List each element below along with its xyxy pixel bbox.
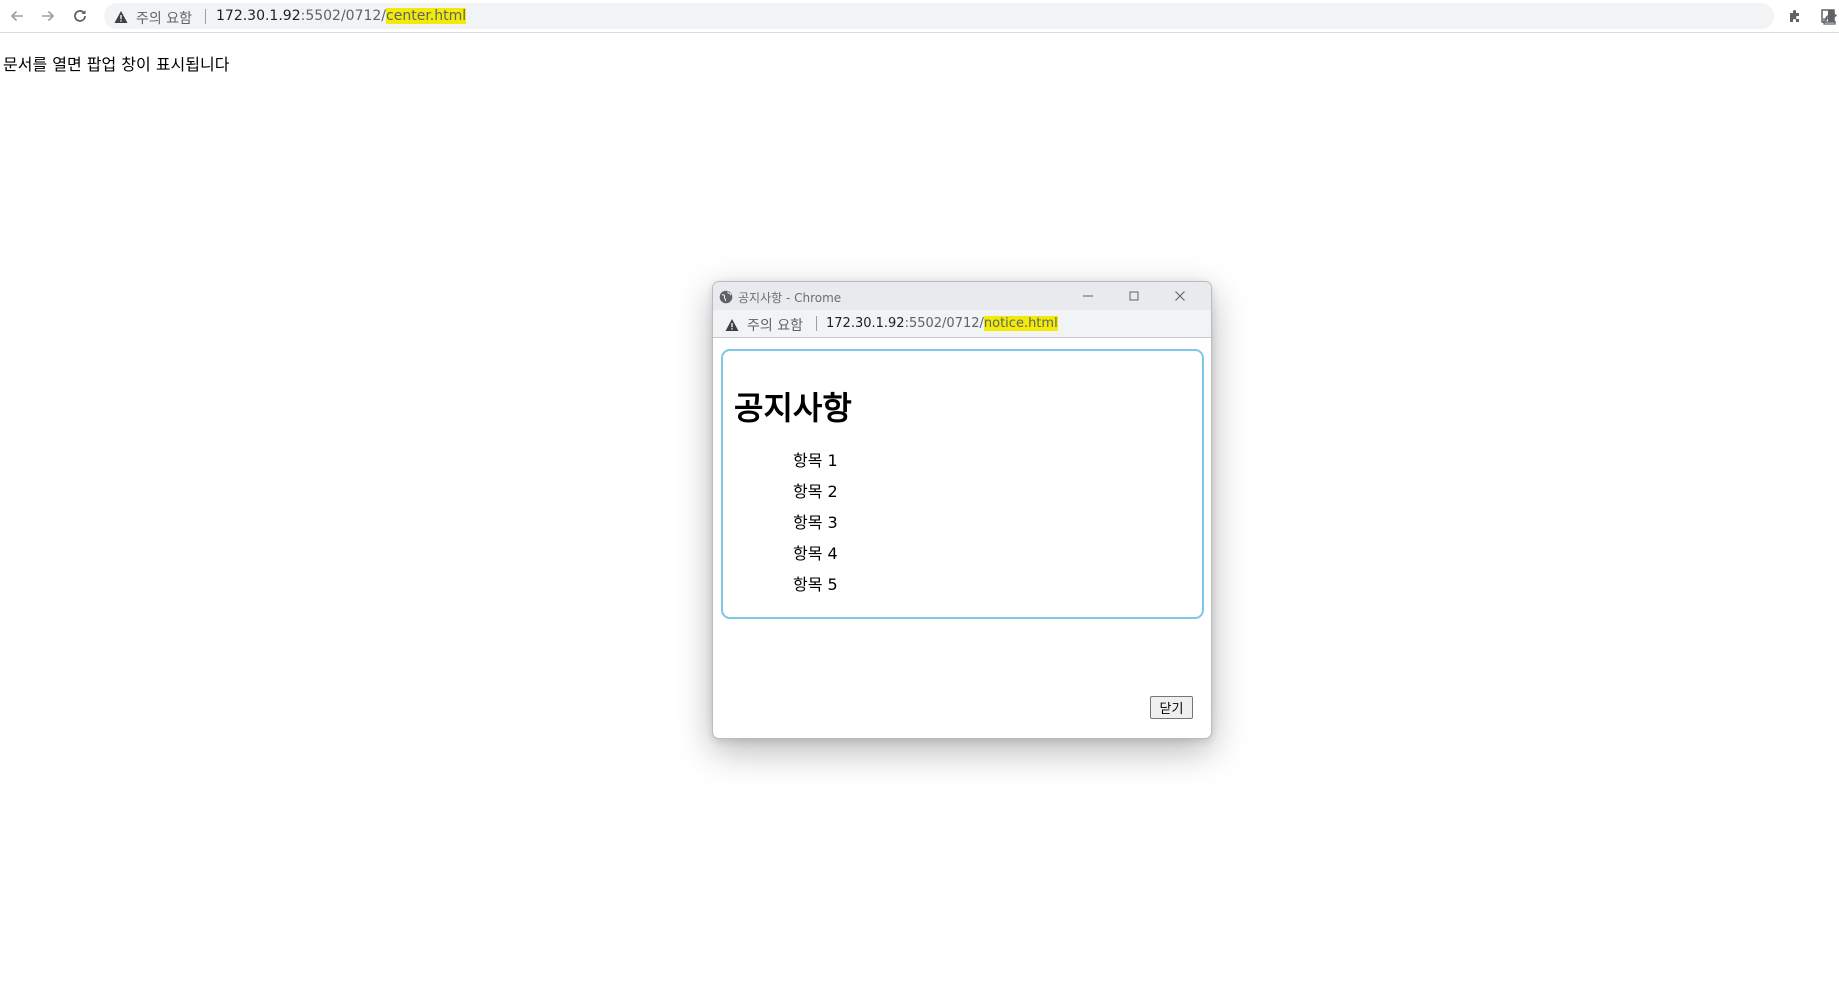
popup-titlebar[interactable]: 공지사항 - Chrome (713, 282, 1211, 310)
address-divider (205, 9, 206, 24)
extensions-icon[interactable] (1787, 8, 1803, 24)
list-item: 항목 3 (793, 513, 838, 532)
popup-address-bar[interactable]: 주의 요함 172.30.1.92:5502/0712/notice.html (713, 310, 1211, 338)
popup-security-status-label[interactable]: 주의 요함 (747, 315, 803, 335)
reload-icon[interactable] (68, 4, 92, 28)
warning-icon[interactable] (114, 9, 128, 23)
list-item: 항목 4 (793, 544, 838, 563)
notice-popup-window: 공지사항 - Chrome 주의 요함 172.30.1.92:5502/071… (712, 281, 1212, 739)
list-item: 항목 5 (793, 575, 838, 594)
minimize-icon[interactable] (1065, 282, 1111, 310)
popup-url-file: notice.html (983, 316, 1058, 331)
notice-box: 공지사항 항목 1 항목 2 항목 3 항목 4 항목 5 (721, 349, 1204, 619)
browser-toolbar: 주의 요함 172.30.1.92:5502/0712/center.html (0, 0, 1839, 33)
side-panel-icon[interactable] (1820, 8, 1836, 24)
warning-icon[interactable] (725, 317, 739, 331)
forward-arrow-icon[interactable] (36, 4, 60, 28)
close-icon[interactable] (1157, 282, 1203, 310)
url-file: center.html (386, 8, 467, 24)
popup-url-path: :5502/0712/ (904, 316, 984, 331)
page-description-text: 문서를 열면 팝업 창이 표시됩니다 (3, 55, 230, 74)
close-button[interactable]: 닫기 (1150, 696, 1193, 719)
popup-url-text[interactable]: 172.30.1.92:5502/0712/notice.html (826, 316, 1058, 331)
list-item: 항목 1 (793, 451, 838, 470)
url-text[interactable]: 172.30.1.92:5502/0712/center.html (216, 8, 467, 24)
back-arrow-icon[interactable] (5, 4, 29, 28)
popup-window-title: 공지사항 - Chrome (738, 291, 842, 305)
address-bar[interactable]: 주의 요함 172.30.1.92:5502/0712/center.html (104, 3, 1837, 29)
globe-icon (719, 289, 733, 304)
popup-url-host: 172.30.1.92 (826, 316, 905, 331)
url-host: 172.30.1.92 (216, 8, 301, 24)
notice-heading: 공지사항 (734, 389, 852, 427)
maximize-icon[interactable] (1111, 282, 1157, 310)
notice-list: 항목 1 항목 2 항목 3 항목 4 항목 5 (793, 445, 838, 600)
popup-address-divider (816, 316, 817, 331)
security-status-label[interactable]: 주의 요함 (136, 8, 192, 28)
list-item: 항목 2 (793, 482, 838, 501)
url-path: :5502/0712/ (300, 8, 387, 24)
